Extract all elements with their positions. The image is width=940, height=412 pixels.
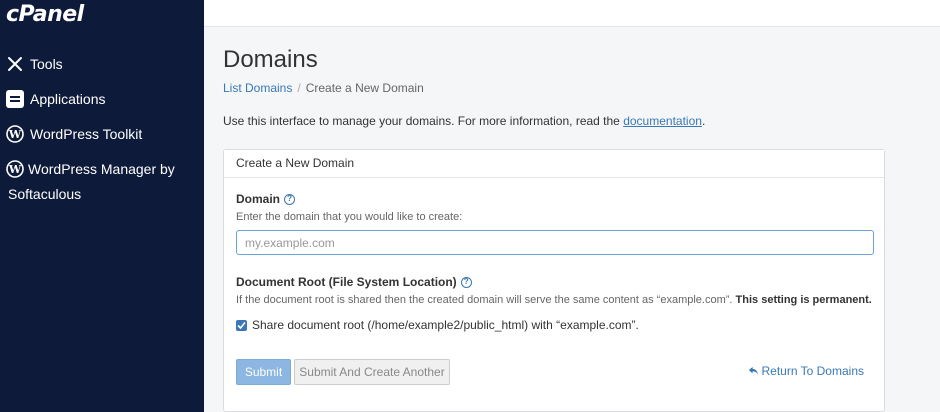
page-title: Domains	[223, 46, 318, 73]
breadcrumb-separator: /	[297, 81, 301, 95]
domain-help-text: Enter the domain that you would like to …	[236, 211, 463, 223]
sidebar-item-wordpress-manager[interactable]: W WordPress Manager by Softaculous	[0, 153, 204, 213]
checkmark-icon	[237, 321, 246, 329]
help-icon[interactable]: ?	[460, 276, 472, 288]
intro-text-end: .	[701, 114, 706, 128]
docroot-help-body: If the document root is shared then the …	[236, 294, 733, 306]
sidebar-item-label: Applications	[30, 91, 106, 107]
domain-label: Domain	[236, 192, 281, 206]
breadcrumb-list-domains-link[interactable]: List Domains	[223, 81, 292, 95]
submit-and-create-another-button[interactable]: Submit And Create Another	[294, 359, 450, 385]
top-bar	[204, 0, 940, 27]
sidebar-item-label: WordPress Manager by Softaculous	[8, 161, 175, 202]
breadcrumb: List Domains / Create a New Domain	[223, 79, 923, 97]
intro-text-body: Use this interface to manage your domain…	[223, 114, 624, 128]
domain-input[interactable]	[236, 230, 874, 255]
docroot-label: Document Root (File System Location)	[236, 275, 457, 289]
breadcrumb-current: Create a New Domain	[305, 81, 424, 95]
submit-button[interactable]: Submit	[236, 359, 291, 385]
share-docroot-row: Share document root (/home/example2/publ…	[236, 317, 872, 333]
svg-text:W: W	[8, 128, 22, 141]
return-to-domains-label: Return To Domains	[761, 364, 865, 378]
intro-text: Use this interface to manage your domain…	[223, 112, 923, 130]
docroot-help-strong: This setting is permanent.	[735, 294, 872, 306]
return-to-domains-link[interactable]: Return To Domains	[748, 364, 865, 378]
main-content: Domains List Domains / Create a New Domain…	[223, 28, 923, 412]
form-actions: Submit Submit And Create Another Return …	[236, 359, 872, 385]
sidebar-item-applications[interactable]: Applications	[0, 83, 204, 118]
share-docroot-checkbox[interactable]	[236, 319, 247, 331]
cpanel-logo[interactable]: cPanel	[6, 2, 84, 30]
sidebar-item-wordpress-toolkit[interactable]: W WordPress Toolkit	[0, 118, 204, 153]
panel-body: Domain ? Enter the domain that you would…	[224, 191, 884, 385]
sidebar-item-tools[interactable]: Tools	[0, 48, 204, 83]
domain-label-row: Domain ?	[236, 191, 872, 207]
applications-icon	[6, 90, 24, 108]
sidebar: cPanel Tools Applications W WordPress To…	[0, 0, 204, 412]
return-arrow-icon	[748, 366, 759, 377]
documentation-link[interactable]: documentation	[623, 114, 702, 128]
panel-title: Create a New Domain	[224, 150, 884, 178]
tools-icon	[6, 55, 24, 73]
docroot-help-text: If the document root is shared then the …	[236, 293, 872, 308]
sidebar-item-label: WordPress Toolkit	[30, 126, 143, 142]
sidebar-nav: Tools Applications W WordPress Toolkit W…	[0, 48, 204, 213]
sidebar-item-label: Tools	[30, 56, 63, 72]
create-domain-panel: Create a New Domain Domain ? Enter the d…	[223, 149, 885, 412]
wordpress-icon: W	[6, 125, 24, 143]
help-icon[interactable]: ?	[284, 193, 296, 205]
share-docroot-label[interactable]: Share document root (/home/example2/publ…	[252, 318, 639, 332]
docroot-label-row: Document Root (File System Location) ?	[236, 274, 872, 290]
